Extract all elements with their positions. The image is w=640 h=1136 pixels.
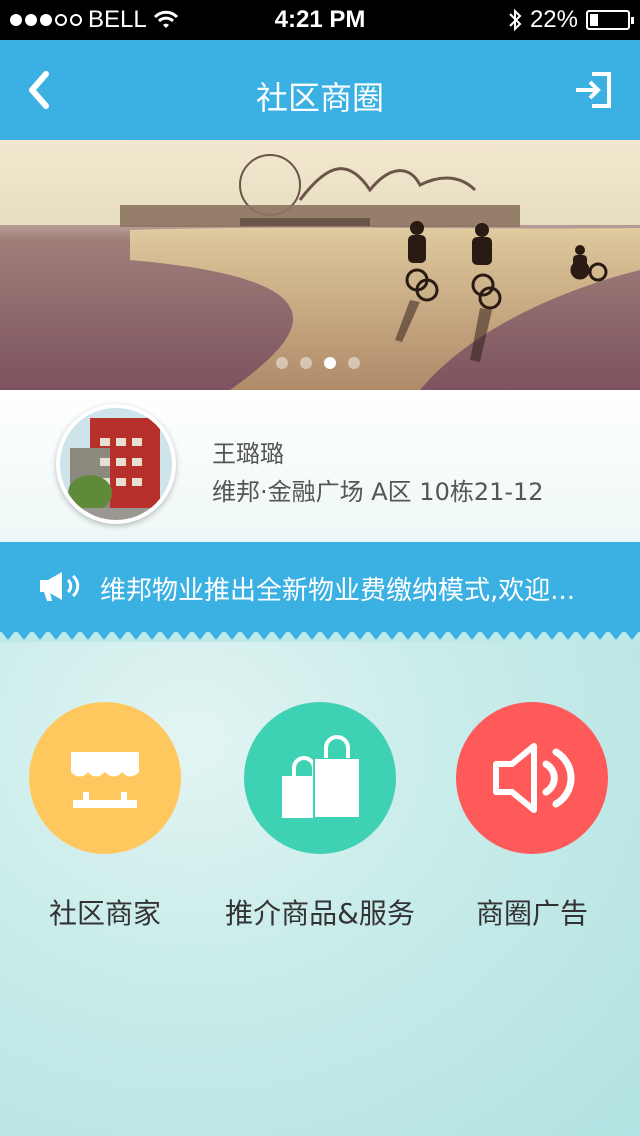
pager-dot[interactable] <box>276 357 288 369</box>
nav-bar: 社区商圈 <box>0 40 640 140</box>
battery-icon <box>586 10 634 30</box>
avatar[interactable] <box>56 404 176 524</box>
ads-circle[interactable] <box>456 702 608 854</box>
category-merchants[interactable]: 社区商家 <box>0 702 210 932</box>
notice-bar[interactable]: 维邦物业推出全新物业费缴纳模式,欢迎... <box>0 542 640 632</box>
merchants-circle[interactable] <box>29 702 181 854</box>
page-title: 社区商圈 <box>255 79 384 117</box>
banner-carousel[interactable] <box>0 140 640 390</box>
zigzag-divider <box>0 630 640 640</box>
user-info: 王璐璐 维邦·金融广场 A区 10栋21-12 <box>0 390 640 542</box>
notice-text: 维邦物业推出全新物业费缴纳模式,欢迎... <box>100 576 576 606</box>
megaphone-icon <box>40 572 80 601</box>
category-label: 商圈广告 <box>475 897 588 930</box>
user-name: 王璐璐 <box>212 440 284 468</box>
pager-dot-active[interactable] <box>324 357 336 369</box>
status-bar: BELL 4:21 PM 22% <box>0 0 640 40</box>
shopping-bags-icon <box>282 735 361 819</box>
category-ads[interactable]: 商圈广告 <box>427 702 637 932</box>
building-photo <box>60 408 172 520</box>
category-label: 推介商品&服务 <box>225 897 415 930</box>
bluetooth-icon <box>509 8 522 32</box>
logout-icon[interactable] <box>574 70 614 110</box>
pager-dot[interactable] <box>300 357 312 369</box>
category-label: 社区商家 <box>48 897 161 930</box>
speaker-icon <box>493 743 575 813</box>
carousel-pager <box>276 357 360 369</box>
status-right: 22% <box>508 6 634 34</box>
beach-photo <box>0 140 640 390</box>
recommended-circle[interactable] <box>244 702 396 854</box>
category-recommended[interactable]: 推介商品&服务 <box>215 702 425 932</box>
user-address: 维邦·金融广场 A区 10栋21-12 <box>212 478 544 506</box>
battery-percent: 22% <box>529 6 578 33</box>
storefront-icon <box>71 752 139 808</box>
pager-dot[interactable] <box>348 357 360 369</box>
